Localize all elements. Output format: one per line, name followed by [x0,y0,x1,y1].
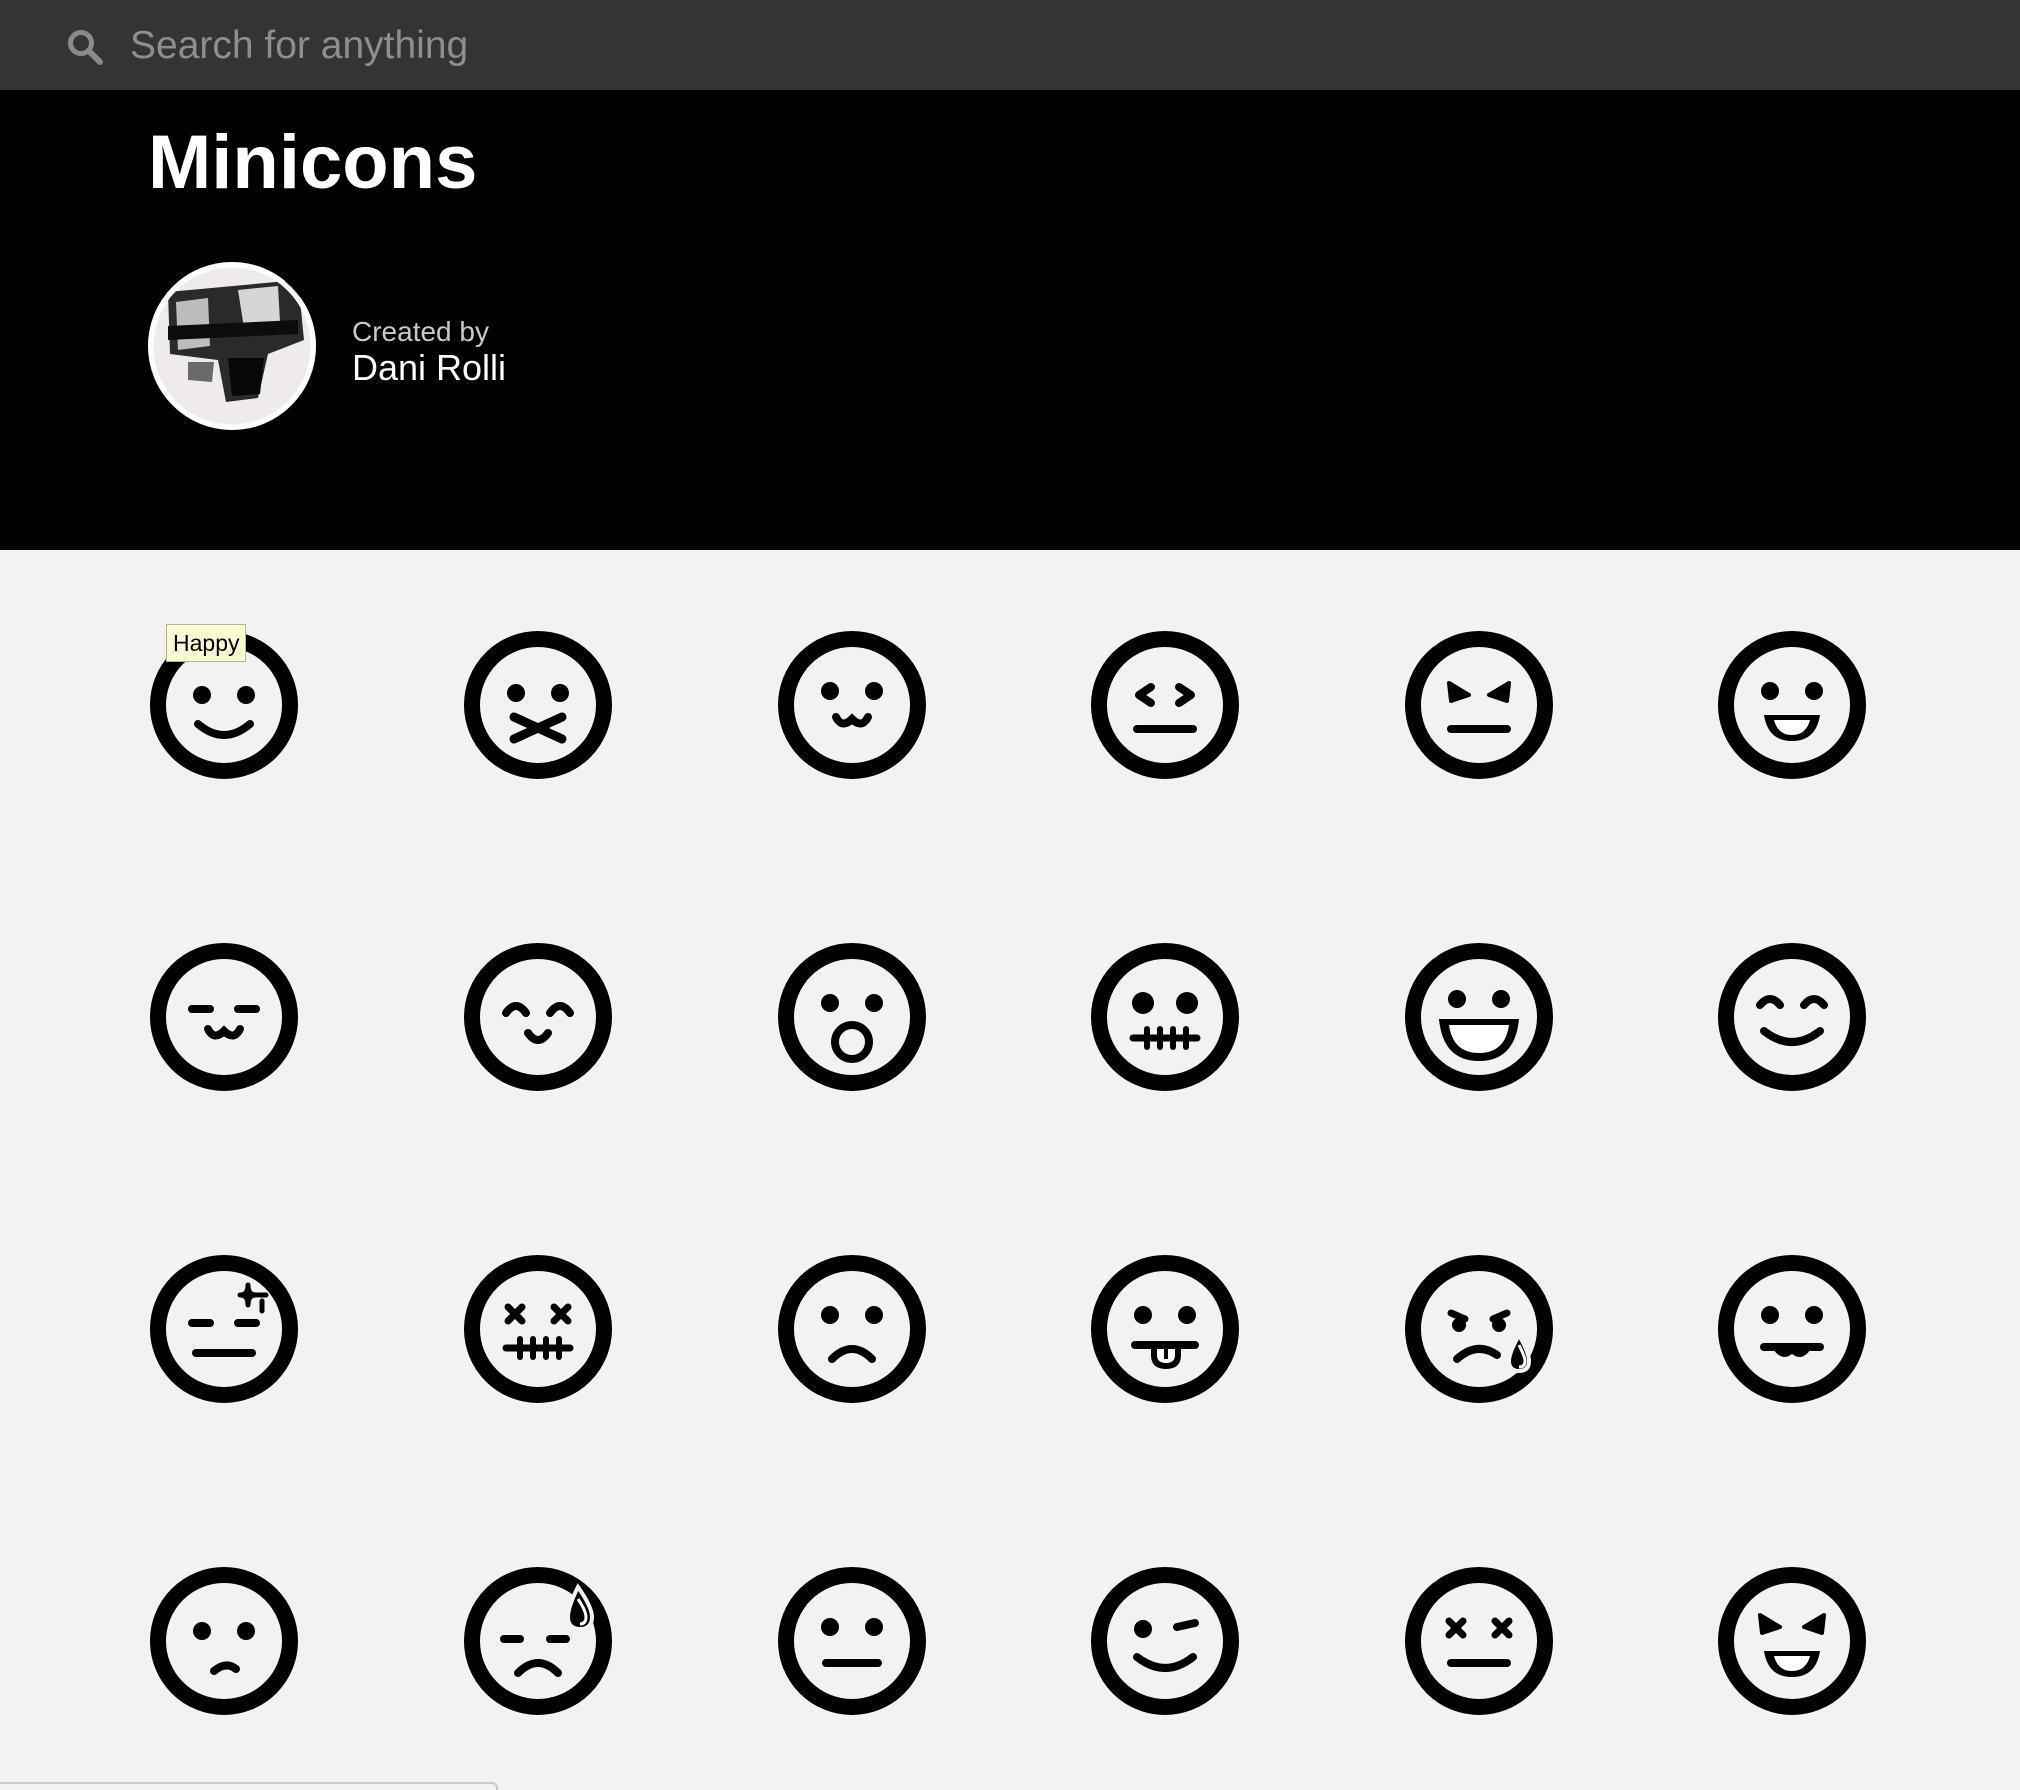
content-face-icon[interactable] [458,937,618,1097]
icon-tooltip: Happy [166,624,247,662]
surprised-face-icon[interactable] [772,937,932,1097]
search-bar [0,0,2020,90]
frustrated-face-icon[interactable] [144,1249,304,1409]
angry-face-icon[interactable] [1399,625,1559,785]
mouth-taped-face-icon[interactable] [458,625,618,785]
dizzy-face-icon[interactable] [1399,1561,1559,1721]
crying-face-icon[interactable] [1399,1249,1559,1409]
creator-label: Created by [352,316,489,347]
collection-header: Minicons Created by Dani Rolli [0,90,2020,550]
icon-grid [0,550,2020,1780]
sleepy-cat-face-icon[interactable] [144,937,304,1097]
neutral-face-icon[interactable] [772,1561,932,1721]
search-input[interactable] [128,16,1032,76]
sweating-sad-face-icon[interactable] [458,1561,618,1721]
zipped-mouth-face-icon[interactable] [1085,937,1245,1097]
search-icon[interactable] [64,26,108,70]
big-grin-face-icon[interactable] [1399,937,1559,1097]
mustache-face-icon[interactable] [1712,1249,1872,1409]
creator-avatar[interactable] [148,262,316,430]
dead-face-icon[interactable] [458,1249,618,1409]
page-title: Minicons [148,120,478,205]
smiling-closed-eyes-face-icon[interactable] [1712,937,1872,1097]
winking-face-icon[interactable] [1085,1561,1245,1721]
grinning-face-icon[interactable] [1712,625,1872,785]
annoyed-face-icon[interactable] [1085,625,1245,785]
cat-mouth-face-icon[interactable] [772,625,932,785]
horizontal-scrollbar[interactable] [0,1782,498,1790]
confused-face-icon[interactable] [144,1561,304,1721]
creator-info: Created by Dani Rolli [352,316,506,388]
tongue-out-face-icon[interactable] [1085,1249,1245,1409]
creator-name[interactable]: Dani Rolli [352,348,506,388]
devilish-grin-face-icon[interactable] [1712,1561,1872,1721]
sad-face-icon[interactable] [772,1249,932,1409]
